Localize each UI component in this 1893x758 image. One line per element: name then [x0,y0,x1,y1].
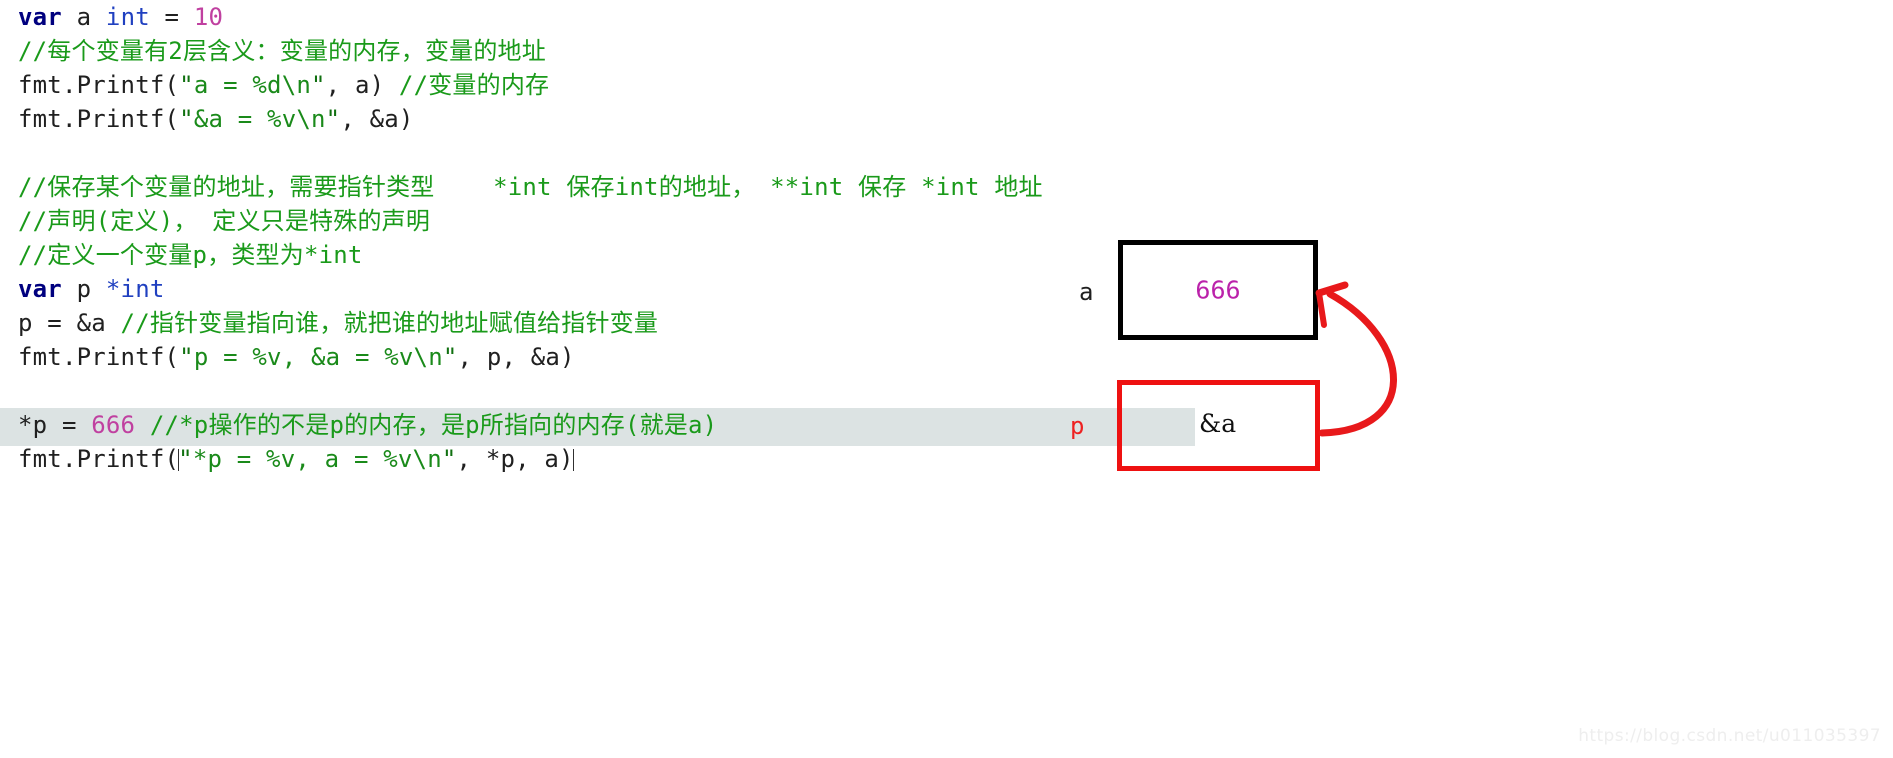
code-token-comment: //每个变量有2层含义：变量的内存，变量的地址 [18,37,546,65]
code-token-punct: = [149,3,194,31]
code-token-comment: //定义一个变量p，类型为*int [18,241,363,269]
code-token-plain: fmt.Printf( [18,343,180,371]
code-token-comment: //声明(定义)， 定义只是特殊的声明 [18,207,431,235]
code-line[interactable]: *p = 666 //*p操作的不是p的内存，是p所指向的内存(就是a) [18,408,717,442]
code-line[interactable]: //每个变量有2层含义：变量的内存，变量的地址 [18,34,546,68]
code-token-quote: " [325,105,341,133]
code-token-quote: " [179,343,194,371]
code-line[interactable]: fmt.Printf("*p = %v, a = %v\n", *p, a) [18,442,574,476]
code-token-comment: //保存某个变量的地址，需要指针类型 *int 保存int的地址， **int … [18,173,1043,201]
code-line[interactable]: //保存某个变量的地址，需要指针类型 *int 保存int的地址， **int … [18,170,1043,204]
code-line[interactable]: fmt.Printf("&a = %v\n", &a) [18,102,414,136]
code-token-type: int [105,3,150,31]
code-token-quote: " [179,71,194,99]
code-token-comment: //指针变量指向谁，就把谁的地址赋值给指针变量 [120,309,659,337]
code-line[interactable]: fmt.Printf("p = %v, &a = %v\n", p, &a) [18,340,575,374]
code-token-plain: , a) [325,71,399,99]
text-caret [572,449,574,471]
code-token-plain: , p, &a) [457,343,575,371]
watermark: https://blog.csdn.net/u011035397 [1578,726,1881,746]
code-token-plain: fmt.Printf( [18,71,180,99]
code-token-plain: , *p, a) [456,445,574,473]
code-token-type: *int [105,275,165,303]
code-token-quote: " [442,343,458,371]
code-token-kw: var [18,275,62,303]
code-token-kw: var [18,3,62,31]
code-token-plain: fmt.Printf( [18,445,180,473]
code-token-plain: a [76,3,92,31]
code-token-comment: //变量的内存 [398,71,550,99]
code-editor[interactable]: var a int = 10 //每个变量有2层含义：变量的内存，变量的地址 fmt… [0,0,1893,473]
code-token-str: a = %d\n [193,71,312,99]
code-token-quote: " [179,105,194,133]
code-token-str: *p = %v, a = %v\n [192,445,442,473]
code-line[interactable]: var a int = 10 [18,0,223,34]
code-line[interactable]: var p *int [18,272,165,306]
code-token-plain: *p = [18,411,92,439]
code-line[interactable]: fmt.Printf("a = %d\n", a) //变量的内存 [18,68,549,102]
code-token-num: 10 [193,3,224,31]
code-token-str: p = %v, &a = %v\n [193,343,443,371]
code-line[interactable]: p = &a //指针变量指向谁，就把谁的地址赋值给指针变量 [18,306,658,340]
code-token-plain: p [61,275,106,303]
code-token-plain: p = &a [18,309,121,337]
code-token-quote: " [311,71,326,99]
code-token-quote: " [178,445,193,473]
code-token-plain: fmt.Printf( [18,105,180,133]
code-token-num: 666 [91,411,136,439]
code-line[interactable]: //声明(定义)， 定义只是特殊的声明 [18,204,430,238]
code-token-str: &a = %v\n [193,105,326,133]
code-token-comment: //*p操作的不是p的内存，是p所指向的内存(就是a) [149,411,718,439]
code-line[interactable]: //定义一个变量p，类型为*int [18,238,363,272]
code-token-plain: , &a) [340,105,414,133]
code-token-quote: " [441,445,457,473]
